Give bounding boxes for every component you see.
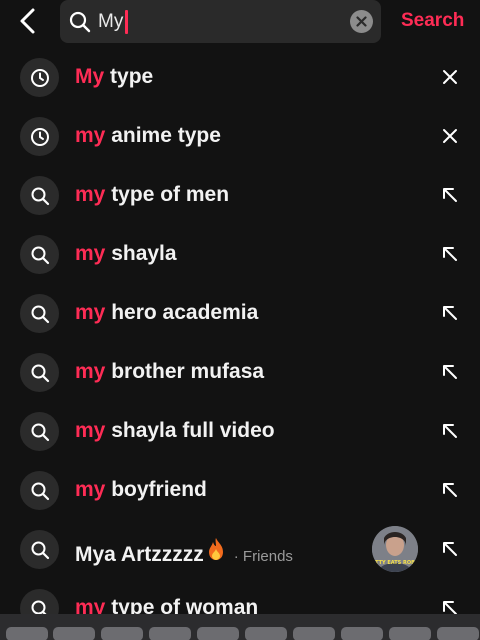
suggestion-text: my shayla full video xyxy=(75,419,275,443)
arrow-up-left-icon xyxy=(443,306,457,320)
magnifier-icon xyxy=(31,364,49,382)
search-icon-badge xyxy=(20,176,59,215)
search-icon-badge xyxy=(20,412,59,451)
suggestion-remainder-text: Mya Artzzzzz xyxy=(75,543,204,566)
arrow-up-left-icon xyxy=(443,247,457,261)
arrow-up-left-icon xyxy=(443,424,457,438)
search-icon-badge xyxy=(20,353,59,392)
back-button[interactable] xyxy=(14,6,42,36)
search-input[interactable]: My xyxy=(98,8,129,36)
search-icon-badge xyxy=(20,235,59,274)
magnifier-icon xyxy=(31,482,49,500)
suggestion-row[interactable]: my type of men xyxy=(0,166,480,225)
suggestion-text: my anime type xyxy=(75,124,221,148)
suggestion-remainder-text: shayla xyxy=(105,242,177,265)
suggestion-row[interactable]: My type xyxy=(0,48,480,107)
arrow-up-left-icon xyxy=(443,542,457,556)
clock-icon xyxy=(30,68,49,87)
matched-query-text: my xyxy=(75,124,106,147)
avatar-image: TTY EATS ROB xyxy=(372,526,418,572)
suggestion-remainder-text: type of men xyxy=(105,183,230,206)
keyboard-key[interactable] xyxy=(101,627,143,640)
magnifier-icon xyxy=(31,423,49,441)
keyboard-key[interactable] xyxy=(293,627,335,640)
keyboard xyxy=(0,614,480,640)
suggestion-remainder-text: type xyxy=(104,65,154,88)
matched-query-text: my xyxy=(75,183,106,206)
keyboard-key[interactable] xyxy=(389,627,431,640)
keyboard-key[interactable] xyxy=(53,627,95,640)
fill-query-button[interactable] xyxy=(438,419,462,443)
keyboard-key[interactable] xyxy=(245,627,287,640)
text-caret xyxy=(125,10,129,34)
history-icon-badge xyxy=(20,117,59,156)
fill-query-button[interactable] xyxy=(438,183,462,207)
matched-query-text: my xyxy=(75,419,106,442)
suggestion-row[interactable]: Mya Artzzzzz · Friends TTY EATS ROB xyxy=(0,520,480,579)
suggestion-text: My type xyxy=(75,65,153,89)
fill-query-button[interactable] xyxy=(438,242,462,266)
fire-emoji-icon xyxy=(208,538,223,560)
arrow-up-left-icon xyxy=(443,188,457,202)
close-icon xyxy=(443,129,457,143)
search-icon-badge xyxy=(20,471,59,510)
fill-query-button[interactable] xyxy=(438,537,462,561)
keyboard-key[interactable] xyxy=(6,627,48,640)
suggestion-row[interactable]: my shayla full video xyxy=(0,402,480,461)
suggestion-list: My type my anime type my type of men my sha… xyxy=(0,48,480,638)
suggestion-row[interactable]: my boyfriend xyxy=(0,461,480,520)
clear-x-icon xyxy=(356,16,367,27)
clock-icon xyxy=(30,127,49,146)
remove-history-button[interactable] xyxy=(438,124,462,148)
remove-history-button[interactable] xyxy=(438,65,462,89)
clear-search-button[interactable] xyxy=(350,10,373,33)
top-bar: My Search xyxy=(0,0,480,44)
keyboard-key[interactable] xyxy=(341,627,383,640)
suggestion-remainder-text: anime type xyxy=(105,124,221,147)
search-icon-badge xyxy=(20,530,59,569)
search-icon-badge xyxy=(20,294,59,333)
keyboard-key[interactable] xyxy=(437,627,479,640)
keyboard-key[interactable] xyxy=(197,627,239,640)
matched-query-text: my xyxy=(75,301,106,324)
matched-query-text: my xyxy=(75,360,106,383)
arrow-up-left-icon xyxy=(443,483,457,497)
search-icon xyxy=(69,11,91,33)
suggestion-remainder-text: shayla full video xyxy=(105,419,275,442)
suggestion-row[interactable]: my hero academia xyxy=(0,284,480,343)
fill-query-button[interactable] xyxy=(438,301,462,325)
chevron-left-icon xyxy=(20,8,35,34)
close-icon xyxy=(443,70,457,84)
fill-query-button[interactable] xyxy=(438,360,462,384)
suggestion-text: my type of men xyxy=(75,183,229,207)
suggestion-text: Mya Artzzzzz · Friends xyxy=(75,537,293,567)
suggestion-remainder-text: boyfriend xyxy=(105,478,207,501)
suggestion-remainder-text: brother mufasa xyxy=(105,360,265,383)
history-icon-badge xyxy=(20,58,59,97)
suggestion-text: my boyfriend xyxy=(75,478,207,502)
suggestion-text: my shayla xyxy=(75,242,177,266)
suggestion-text: my brother mufasa xyxy=(75,360,264,384)
suggestion-row[interactable]: my shayla xyxy=(0,225,480,284)
magnifier-icon xyxy=(31,246,49,264)
suggestion-remainder-text: hero academia xyxy=(105,301,259,324)
matched-query-text: my xyxy=(75,242,106,265)
magnifier-icon xyxy=(31,187,49,205)
suggestion-row[interactable]: my brother mufasa xyxy=(0,343,480,402)
friends-badge: · Friends xyxy=(233,548,293,565)
suggestion-text: my hero academia xyxy=(75,301,258,325)
suggestion-row[interactable]: my anime type xyxy=(0,107,480,166)
arrow-up-left-icon xyxy=(443,365,457,379)
magnifier-icon xyxy=(31,305,49,323)
magnifier-icon xyxy=(31,541,49,559)
keyboard-key[interactable] xyxy=(149,627,191,640)
search-field[interactable]: My xyxy=(60,0,381,43)
matched-query-text: My xyxy=(75,65,105,88)
fill-query-button[interactable] xyxy=(438,478,462,502)
avatar-caption: TTY EATS ROB xyxy=(375,560,415,566)
search-query-text: My xyxy=(98,11,124,32)
search-button[interactable]: Search xyxy=(401,10,464,32)
matched-query-text: my xyxy=(75,478,106,501)
user-avatar[interactable]: TTY EATS ROB xyxy=(372,526,418,572)
